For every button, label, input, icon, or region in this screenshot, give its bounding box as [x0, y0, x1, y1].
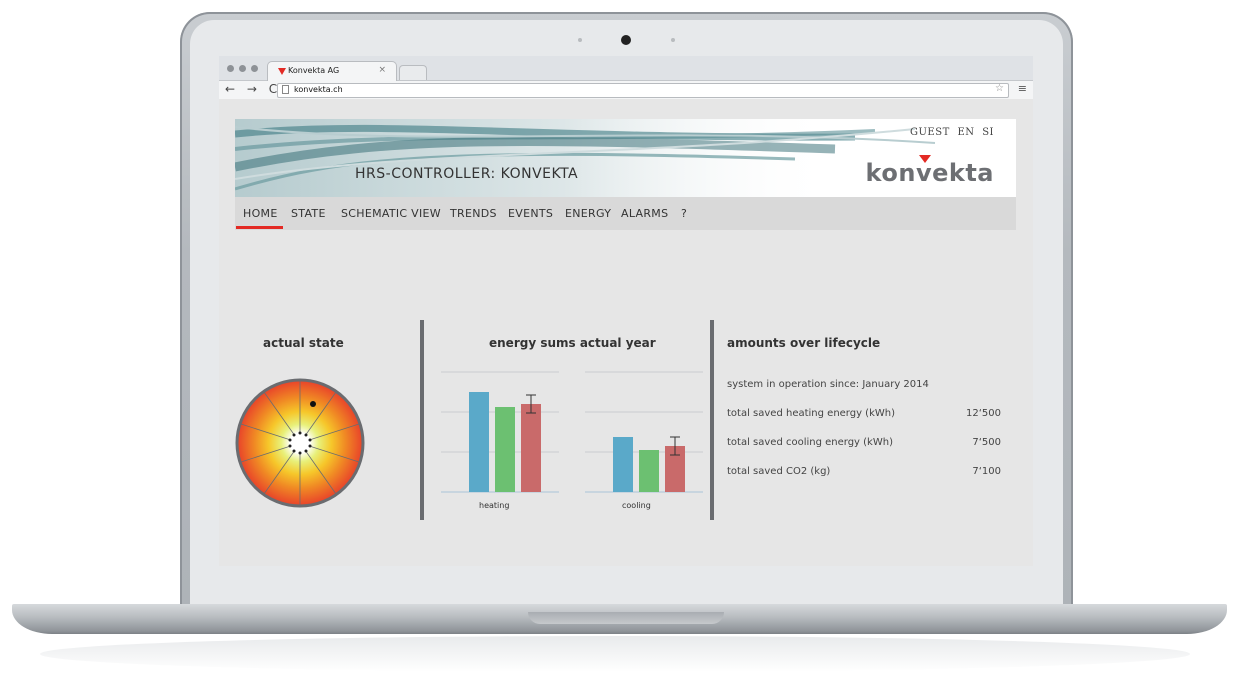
energy-bar-chart [441, 371, 703, 493]
nav-trends[interactable]: TRENDS [450, 207, 497, 220]
tab-bar: Konvekta AG × [219, 56, 1033, 81]
bar-heating-0 [469, 392, 489, 492]
heating-saved-label: total saved heating energy (kWh) [727, 408, 896, 419]
cooling-saved-label: total saved cooling energy (kWh) [727, 437, 893, 448]
active-nav-indicator [236, 226, 283, 229]
konvekta-favicon-icon [278, 68, 286, 75]
heating-saved-value: 12‘500 [966, 408, 1001, 419]
browser-menu-icon[interactable]: ≡ [1018, 82, 1027, 95]
nav-help[interactable]: ? [681, 207, 687, 220]
cooling-axis-label: cooling [622, 501, 651, 510]
operation-since-text: system in operation since: January 2014 [727, 379, 929, 390]
url-text: konvekta.ch [294, 85, 343, 94]
lifecycle-title: amounts over lifecycle [727, 336, 881, 350]
heating-axis-label: heating [479, 501, 510, 510]
nav-energy[interactable]: ENERGY [565, 207, 611, 220]
bar-heating-2 [521, 404, 541, 492]
energy-sums-title: energy sums actual year [489, 336, 656, 350]
maximize-window-button[interactable] [251, 65, 258, 72]
tab-title: Konvekta AG [288, 66, 340, 75]
main-nav: HOME STATE SCHEMATIC VIEW TRENDS EVENTS … [235, 197, 1016, 230]
guest-link[interactable]: GUEST [910, 127, 950, 138]
laptop-notch [528, 612, 724, 624]
browser-tab[interactable]: Konvekta AG × [267, 61, 397, 81]
web-page: HRS-CONTROLLER: KONVEKTA GUEST EN SI kon… [219, 99, 1033, 566]
sensor-dot [578, 38, 582, 42]
page-title: HRS-CONTROLLER: KONVEKTA [355, 166, 579, 182]
state-wheel [235, 378, 365, 508]
nav-state[interactable]: STATE [291, 207, 326, 220]
actual-state-title: actual state [263, 336, 344, 350]
co2-saved-label: total saved CO2 (kg) [727, 466, 831, 477]
new-tab-button[interactable] [399, 65, 427, 80]
address-bar[interactable]: konvekta.ch ☆ [277, 83, 1009, 98]
page-icon [282, 85, 289, 94]
user-lang-bar: GUEST EN SI [906, 127, 994, 138]
panel-divider-left [420, 320, 424, 520]
close-window-button[interactable] [227, 65, 234, 72]
webcam [621, 35, 631, 45]
sensor-dot [671, 38, 675, 42]
tab-close-icon[interactable]: × [378, 65, 386, 75]
nav-events[interactable]: EVENTS [508, 207, 553, 220]
state-indicator-dot [310, 401, 316, 407]
nav-alarms[interactable]: ALARMS [621, 207, 668, 220]
cooling-saved-value: 7‘500 [972, 437, 1001, 448]
nav-buttons[interactable]: ← → C [225, 82, 281, 96]
panel-divider-right [710, 320, 714, 520]
nav-home[interactable]: HOME [243, 207, 278, 220]
laptop-reflection [40, 636, 1190, 672]
bar-heating-1 [495, 407, 515, 492]
nav-schematic-view[interactable]: SCHEMATIC VIEW [341, 207, 441, 220]
bookmark-star-icon[interactable]: ☆ [995, 83, 1004, 94]
bar-cooling-1 [639, 450, 659, 492]
state-wheel-center [289, 432, 311, 454]
konvekta-logo: konvekta [865, 155, 994, 187]
co2-saved-value: 7‘100 [972, 466, 1001, 477]
lang-en-link[interactable]: EN [957, 127, 974, 138]
bar-cooling-0 [613, 437, 633, 492]
minimize-window-button[interactable] [239, 65, 246, 72]
window-controls [227, 65, 258, 72]
lang-si-link[interactable]: SI [982, 127, 994, 138]
address-bar-row: ← → C konvekta.ch ☆ ≡ [219, 81, 1033, 100]
page-header: HRS-CONTROLLER: KONVEKTA GUEST EN SI kon… [235, 119, 1016, 197]
browser-window: Konvekta AG × ← → C konvekta.ch ☆ ≡ HRS-… [219, 56, 1033, 566]
